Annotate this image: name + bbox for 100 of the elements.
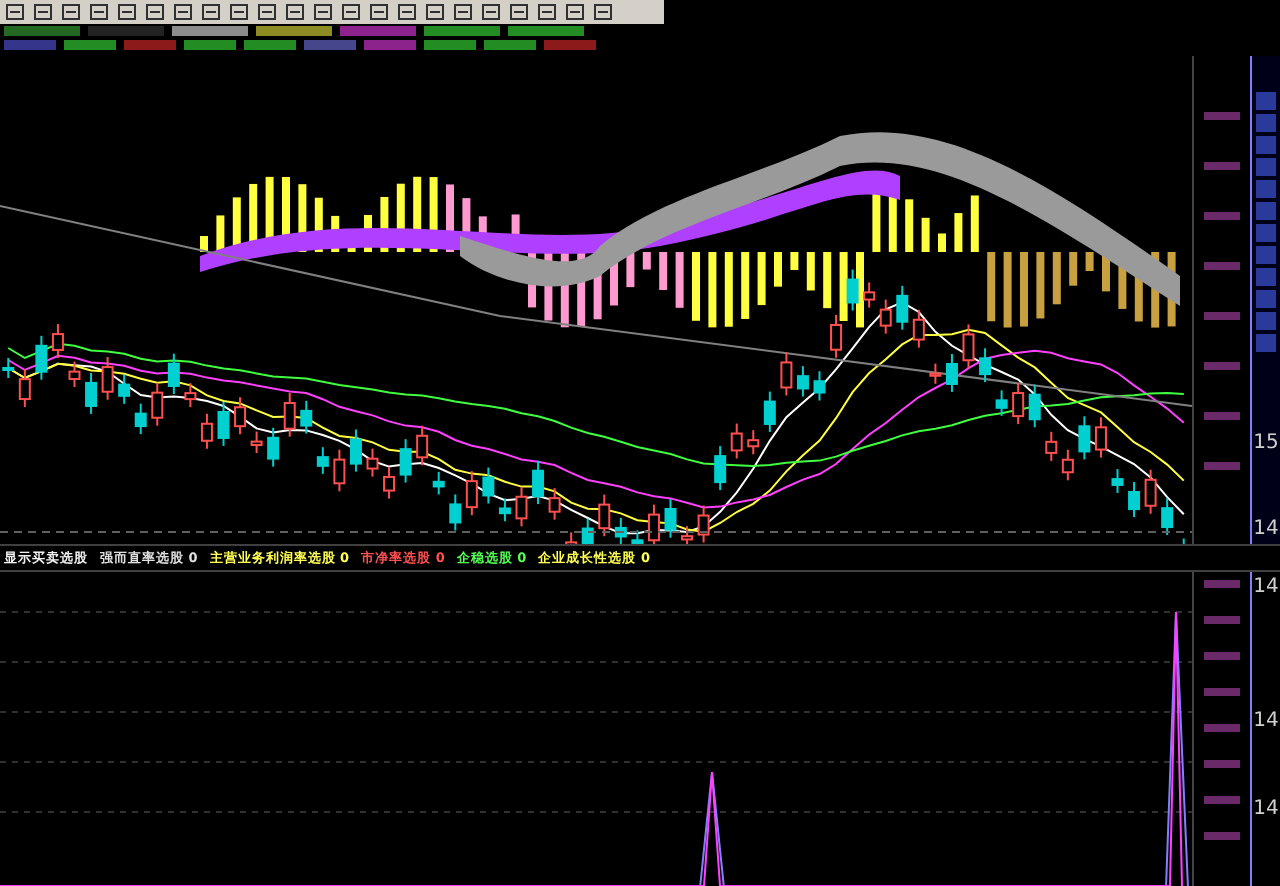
axis-tick [1204, 262, 1240, 270]
candlestick [35, 334, 48, 381]
histogram-bar [970, 195, 979, 252]
candlestick [432, 470, 445, 496]
candlestick [1045, 430, 1058, 462]
signal-cell [1256, 180, 1276, 198]
candlestick [565, 531, 578, 544]
toolbar-icon[interactable] [88, 2, 110, 22]
histogram-bar [1003, 252, 1012, 328]
candlestick [598, 493, 611, 538]
candlestick [763, 390, 776, 433]
info-readout [64, 40, 116, 50]
signal-cell [1256, 312, 1276, 330]
info-readout [340, 26, 416, 36]
candlestick [1161, 497, 1174, 536]
toolbar-icon[interactable] [312, 2, 334, 22]
toolbar-icon[interactable] [60, 2, 82, 22]
info-readout [424, 26, 500, 36]
axis-tick [1204, 362, 1240, 370]
axis-tick [1204, 162, 1240, 170]
candlestick [134, 402, 147, 436]
signal-cell [1256, 202, 1276, 220]
toolbar-icon[interactable] [144, 2, 166, 22]
axis-tick [1204, 212, 1240, 220]
toolbar-icon[interactable] [4, 2, 26, 22]
signal-cell [1256, 114, 1276, 132]
candlestick [283, 392, 296, 438]
toolbar-icon[interactable] [32, 2, 54, 22]
toolbar-icon[interactable] [396, 2, 418, 22]
toolbar-icon[interactable] [480, 2, 502, 22]
info-readout [364, 40, 416, 50]
toolbar-icon[interactable] [172, 2, 194, 22]
candlestick [18, 368, 31, 409]
axis-tick [1204, 724, 1240, 732]
toolbar-icon[interactable] [452, 2, 474, 22]
histogram-bar [1020, 252, 1028, 327]
signal-cell [1256, 246, 1276, 264]
candlestick [1012, 382, 1025, 426]
toolbar-icon[interactable] [536, 2, 558, 22]
axis-label: 14 [1253, 576, 1279, 598]
axis-label: 14 [1253, 518, 1279, 540]
candlestick [366, 447, 379, 478]
candlestick [416, 424, 429, 467]
signal-cell [1256, 158, 1276, 176]
candlestick [250, 430, 263, 454]
histogram-bar [987, 252, 996, 322]
candlestick [796, 365, 809, 398]
candlestick [300, 399, 313, 435]
histogram-bar [692, 252, 700, 321]
candlestick [2, 357, 15, 379]
histogram-bar [839, 252, 848, 321]
candlestick [747, 429, 760, 456]
candlestick [962, 323, 975, 370]
signal-cell [1256, 334, 1276, 352]
toolbar-icon[interactable] [284, 2, 306, 22]
toolbar-icon[interactable] [368, 2, 390, 22]
info-readout [172, 26, 248, 36]
candlestick [896, 284, 909, 331]
candlestick [51, 323, 64, 359]
toolbar-icon[interactable] [508, 2, 530, 22]
histogram-bar [708, 252, 717, 328]
toolbar-icon[interactable] [116, 2, 138, 22]
toolbar-icon[interactable] [256, 2, 278, 22]
candlestick [830, 314, 843, 359]
toolbar-icon[interactable] [200, 2, 222, 22]
info-readout [4, 40, 56, 50]
candlestick [1128, 481, 1141, 519]
candlestick [581, 517, 594, 544]
toolbar-icon[interactable] [564, 2, 586, 22]
axis-tick [1204, 112, 1240, 120]
axis-tick [1204, 462, 1240, 470]
axis-tick [1204, 832, 1240, 840]
info-readout [244, 40, 296, 50]
toolbar-icon[interactable] [340, 2, 362, 22]
candlestick [465, 470, 478, 517]
candlestick [664, 498, 677, 539]
candlestick [813, 370, 826, 402]
candlestick [217, 401, 230, 447]
candlestick [1182, 537, 1185, 544]
candlestick [995, 389, 1008, 417]
histogram-bar [1085, 252, 1094, 272]
candlestick [68, 360, 81, 388]
info-readout [184, 40, 236, 50]
info-readout [124, 40, 176, 50]
candlestick [85, 371, 98, 415]
candlestick [532, 459, 545, 506]
toolbar-icon[interactable] [228, 2, 250, 22]
candlestick [349, 428, 362, 473]
toolbar-icon[interactable] [592, 2, 614, 22]
toolbar-icon[interactable] [424, 2, 446, 22]
info-readout [424, 40, 476, 50]
info-readout [256, 26, 332, 36]
histogram-bar [954, 213, 963, 252]
candlestick [730, 422, 743, 460]
candlestick [714, 445, 727, 492]
candlestick [399, 438, 412, 484]
axis-tick [1204, 652, 1240, 660]
histogram-bar [1052, 252, 1061, 305]
signal-cell [1256, 136, 1276, 154]
candlestick [267, 426, 280, 468]
